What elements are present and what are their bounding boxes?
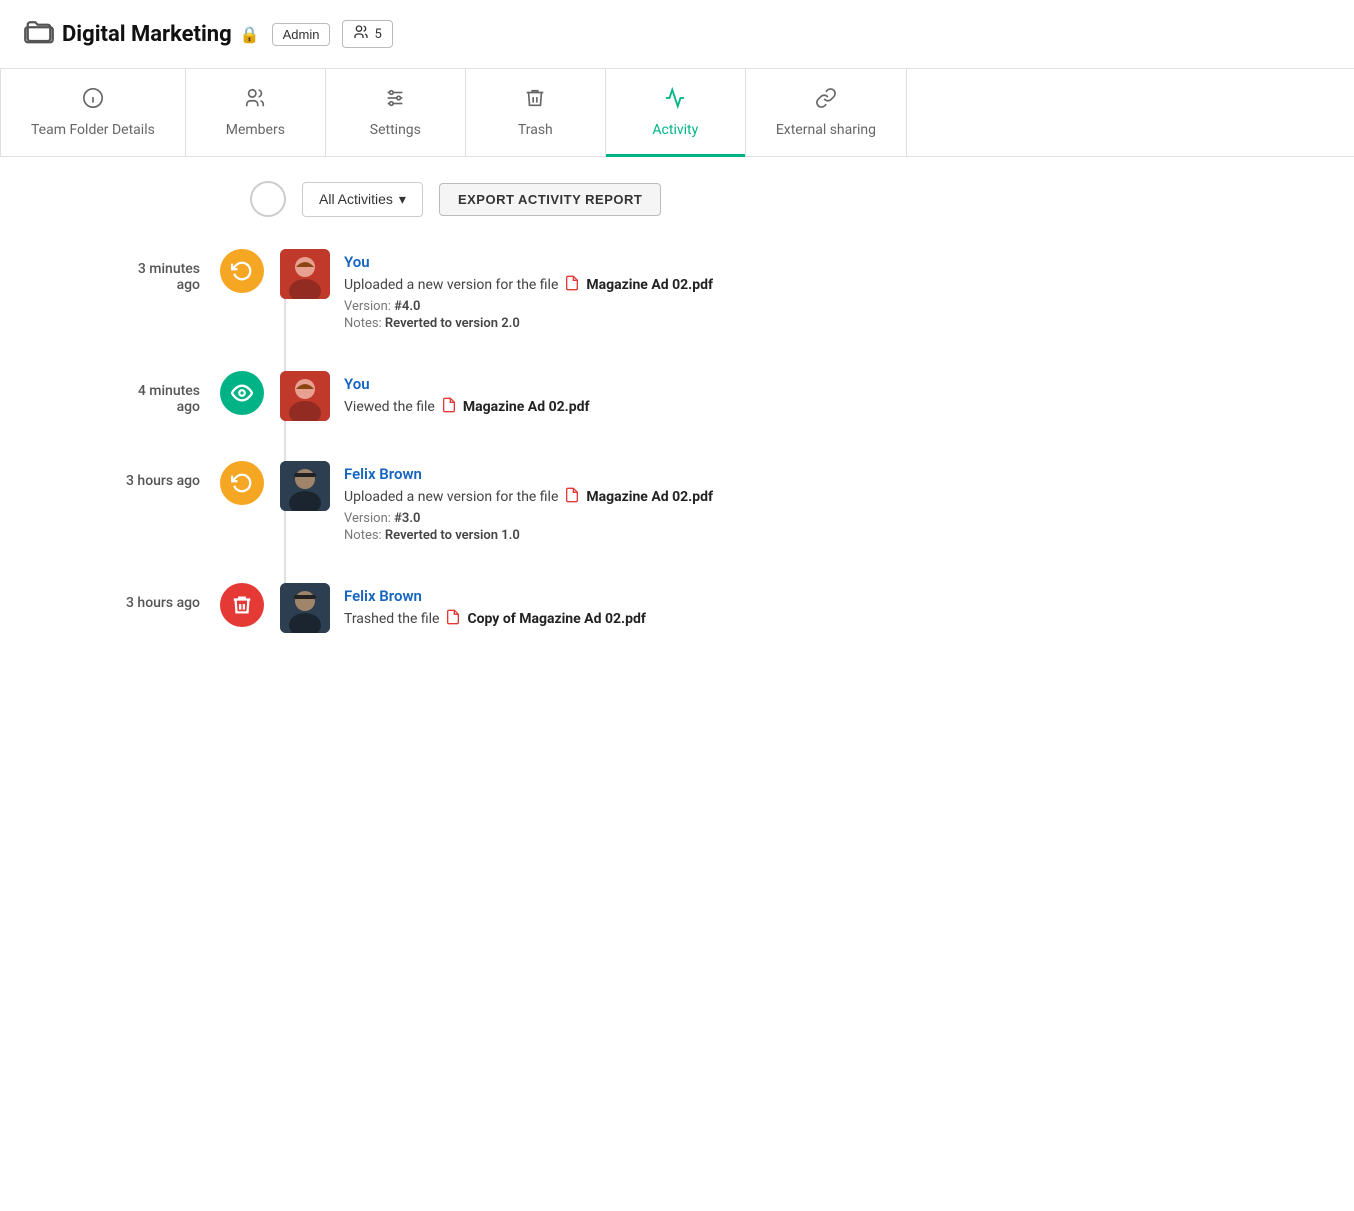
timeline-item: 3 hours ago Felix Brown U [40, 461, 1314, 543]
filter-button[interactable]: All Activities ▾ [302, 182, 423, 217]
activity-description: Viewed the file Magazine Ad 02.pdf [344, 397, 1314, 417]
tab-label: Activity [652, 122, 698, 138]
activity-content: You Viewed the file Magazine Ad 02.pdf [344, 371, 1314, 421]
activity-meta-notes: Notes: Reverted to version 1.0 [344, 528, 1314, 543]
time-label: 3 hours ago [40, 583, 220, 611]
activity-content: Felix Brown Uploaded a new version for t… [344, 461, 1314, 543]
lock-icon: 🔒 [240, 25, 260, 44]
pdf-icon [445, 609, 461, 629]
tab-team-folder-details[interactable]: Team Folder Details [0, 69, 186, 156]
tab-members[interactable]: Members [186, 69, 326, 156]
pdf-icon [564, 487, 580, 507]
action-text: Uploaded a new version for the file [344, 277, 558, 293]
filter-label: All Activities [319, 191, 393, 207]
user-name[interactable]: Felix Brown [344, 465, 1314, 483]
tab-share-icon [815, 87, 837, 114]
user-name[interactable]: You [344, 375, 1314, 393]
tab-settings-icon [384, 87, 406, 114]
time-label: 3 hours ago [40, 461, 220, 489]
avatar [280, 249, 330, 299]
members-count: 5 [374, 27, 381, 42]
folder-title: Digital Marketing [62, 22, 232, 47]
file-name: Magazine Ad 02.pdf [586, 277, 713, 293]
tab-activity[interactable]: Activity [606, 69, 746, 156]
tab-trash-icon [524, 87, 546, 114]
tab-trash[interactable]: Trash [466, 69, 606, 156]
avatar [280, 583, 330, 633]
tab-label: Settings [370, 122, 421, 138]
user-name[interactable]: Felix Brown [344, 587, 1314, 605]
tabs-bar: Team Folder Details Members Settings [0, 69, 1354, 157]
activity-description: Uploaded a new version for the file Maga… [344, 275, 1314, 295]
activity-description: Trashed the file Copy of Magazine Ad 02.… [344, 609, 1314, 629]
activity-timeline: 3 minutesago You Uploaded [40, 249, 1314, 633]
timeline-top-circle [250, 181, 286, 217]
tab-members-icon [244, 87, 266, 114]
tab-label: Members [226, 122, 285, 138]
main-content: All Activities ▾ EXPORT ACTIVITY REPORT … [0, 157, 1354, 697]
timeline-dot-trash [220, 583, 264, 627]
file-name: Magazine Ad 02.pdf [586, 489, 713, 505]
timeline-item: 3 hours ago [40, 583, 1314, 633]
activity-content: You Uploaded a new version for the file … [344, 249, 1314, 331]
file-name: Copy of Magazine Ad 02.pdf [467, 611, 645, 627]
action-text: Uploaded a new version for the file [344, 489, 558, 505]
tab-label: External sharing [776, 122, 876, 138]
page-header: Digital Marketing 🔒 Admin 5 [0, 0, 1354, 69]
activity-meta-version: Version: #3.0 [344, 511, 1314, 526]
export-button[interactable]: EXPORT ACTIVITY REPORT [439, 183, 661, 216]
timeline-dot-upload [220, 249, 264, 293]
tab-activity-icon [664, 87, 686, 114]
tab-label: Trash [518, 122, 553, 138]
activity-content: Felix Brown Trashed the file Copy of Mag… [344, 583, 1314, 633]
tab-settings[interactable]: Settings [326, 69, 466, 156]
avatar [280, 371, 330, 421]
timeline-item: 3 minutesago You Uploaded [40, 249, 1314, 331]
time-label: 3 minutesago [40, 249, 220, 293]
pdf-icon [441, 397, 457, 417]
file-name: Magazine Ad 02.pdf [463, 399, 590, 415]
page-title-group: Digital Marketing 🔒 [24, 16, 260, 52]
members-badge[interactable]: 5 [342, 20, 392, 48]
activity-meta-notes: Notes: Reverted to version 2.0 [344, 316, 1314, 331]
action-text: Viewed the file [344, 399, 435, 415]
tab-external-sharing[interactable]: External sharing [746, 69, 907, 156]
activity-description: Uploaded a new version for the file Maga… [344, 487, 1314, 507]
action-text: Trashed the file [344, 611, 439, 627]
activity-meta-version: Version: #4.0 [344, 299, 1314, 314]
pdf-icon [564, 275, 580, 295]
admin-badge[interactable]: Admin [272, 23, 331, 46]
members-icon [353, 24, 369, 44]
user-name[interactable]: You [344, 253, 1314, 271]
chevron-down-icon: ▾ [399, 191, 406, 208]
timeline-item: 4 minutesago You Viewed t [40, 371, 1314, 421]
tab-label: Team Folder Details [31, 122, 155, 138]
avatar [280, 461, 330, 511]
tab-info-icon [82, 87, 104, 114]
controls-bar: All Activities ▾ EXPORT ACTIVITY REPORT [250, 181, 1314, 217]
folder-icon [24, 16, 54, 52]
timeline-dot-view [220, 371, 264, 415]
time-label: 4 minutesago [40, 371, 220, 415]
timeline-dot-upload [220, 461, 264, 505]
